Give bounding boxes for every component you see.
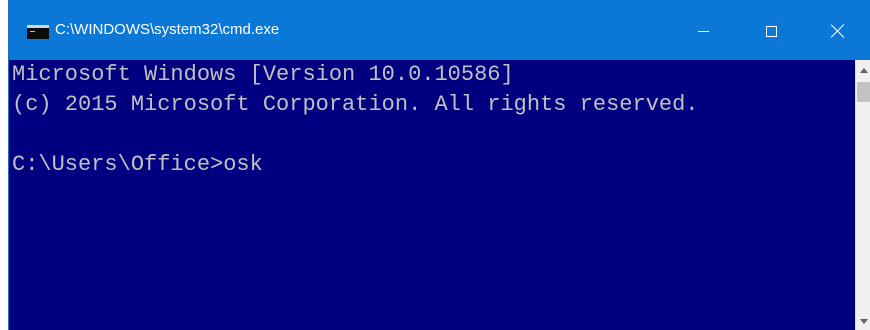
command-prompt-line[interactable]: C:\Users\Office>osk xyxy=(12,150,855,180)
close-button[interactable] xyxy=(805,0,870,60)
minimize-icon xyxy=(697,30,709,32)
cmd-window: C:\WINDOWS\system32\cmd.exe Microsoft Wi… xyxy=(8,0,870,330)
window-title: C:\WINDOWS\system32\cmd.exe xyxy=(55,21,280,38)
vertical-scrollbar[interactable] xyxy=(855,60,870,330)
title-bar[interactable]: C:\WINDOWS\system32\cmd.exe xyxy=(9,0,870,60)
close-icon xyxy=(831,24,845,38)
minimize-button[interactable] xyxy=(669,0,737,60)
scroll-up-button[interactable] xyxy=(856,60,870,77)
scroll-up-arrow-icon xyxy=(859,68,868,73)
console-line-copyright: (c) 2015 Microsoft Corporation. All righ… xyxy=(12,92,699,117)
maximize-icon xyxy=(765,25,777,37)
maximize-button[interactable] xyxy=(737,0,805,60)
console-icon[interactable] xyxy=(27,25,49,39)
scroll-down-button[interactable] xyxy=(856,313,870,330)
scroll-thumb[interactable] xyxy=(857,82,870,102)
console-output[interactable]: Microsoft Windows [Version 10.0.10586] (… xyxy=(9,60,855,330)
console-line-version: Microsoft Windows [Version 10.0.10586] xyxy=(12,62,514,87)
scroll-down-arrow-icon xyxy=(859,319,868,324)
